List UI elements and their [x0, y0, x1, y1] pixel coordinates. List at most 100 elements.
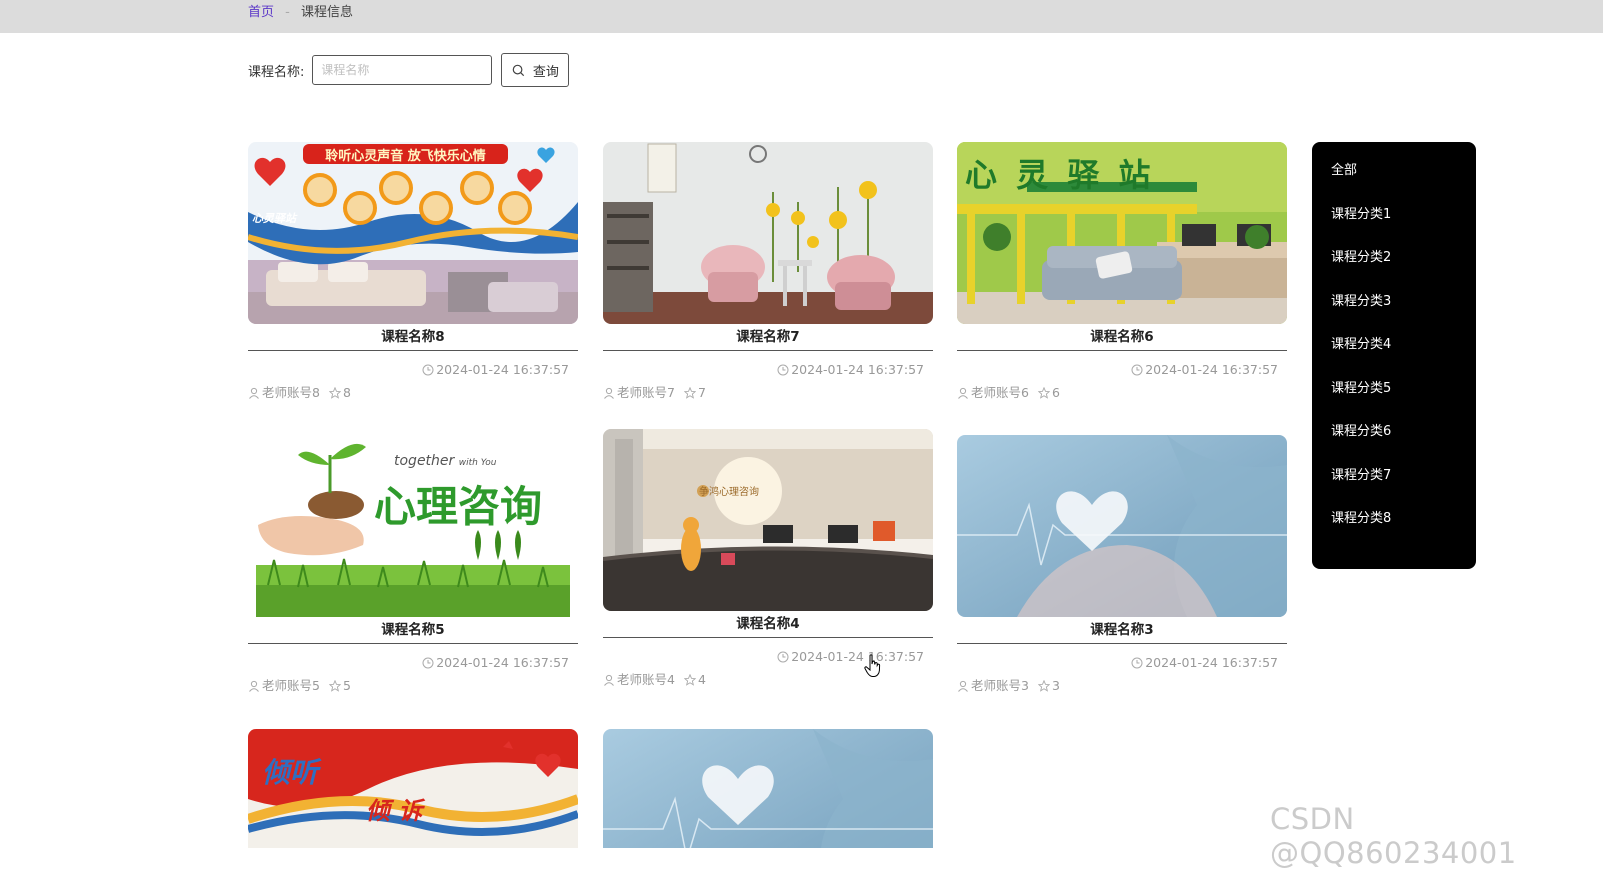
watermark: CSDN @QQ860234001	[1270, 802, 1517, 870]
course-time-text: 2024-01-24 16:37:57	[791, 362, 924, 377]
star-icon	[683, 674, 696, 686]
course-card[interactable]: 课程名称7 2024-01-24 16:37:57 老师账号7 7	[603, 142, 933, 402]
course-thumbnail[interactable]	[957, 435, 1287, 617]
thumbnail-main-text: 倾听	[262, 756, 319, 789]
course-time-text: 2024-01-24 16:37:57	[791, 649, 924, 664]
breadcrumb-separator: -	[285, 5, 290, 20]
clock-icon	[777, 364, 789, 376]
course-name-search-input[interactable]	[312, 55, 493, 85]
star-icon	[328, 680, 341, 692]
course-thumbnail[interactable]	[603, 729, 933, 848]
category-item-7[interactable]: 课程分类7	[1312, 454, 1476, 498]
search-bar: 课程名称: 查询	[248, 53, 570, 87]
search-button-label: 查询	[532, 64, 559, 80]
category-item-6[interactable]: 课程分类6	[1312, 410, 1476, 454]
user-icon	[958, 387, 968, 399]
course-teacher: 老师账号4	[617, 672, 675, 687]
clock-icon	[1131, 657, 1143, 669]
course-meta: 老师账号4 4	[603, 671, 933, 689]
course-time: 2024-01-24 16:37:57	[603, 361, 933, 379]
course-thumbnail[interactable]: 倾听 倾 诉	[248, 729, 578, 848]
star-icon	[328, 387, 341, 399]
thumbnail-english-small: with You	[458, 458, 497, 468]
star-icon	[1037, 680, 1050, 692]
star-icon	[683, 387, 696, 399]
user-icon	[249, 387, 259, 399]
user-icon	[958, 680, 968, 692]
category-item-2[interactable]: 课程分类2	[1312, 236, 1476, 280]
course-card[interactable]	[603, 729, 933, 848]
course-card[interactable]: 课程名称3 2024-01-24 16:37:57 老师账号3 3	[957, 435, 1287, 695]
clock-icon	[422, 657, 434, 669]
breadcrumb: 首页 - 课程信息	[248, 4, 353, 22]
search-label: 课程名称:	[248, 64, 305, 80]
course-teacher: 老师账号8	[262, 385, 320, 400]
course-time: 2024-01-24 16:37:57	[603, 648, 933, 666]
category-item-5[interactable]: 课程分类5	[1312, 367, 1476, 411]
category-item-4[interactable]: 课程分类4	[1312, 323, 1476, 367]
user-icon	[249, 680, 259, 692]
course-stars: 6	[1051, 385, 1060, 400]
course-teacher: 老师账号6	[971, 385, 1029, 400]
course-title[interactable]: 课程名称4	[603, 611, 933, 638]
course-time: 2024-01-24 16:37:57	[248, 361, 578, 379]
course-title[interactable]: 课程名称8	[248, 324, 578, 351]
thumbnail-main-text: 心理咨询	[374, 482, 543, 531]
search-button[interactable]: 查询	[501, 53, 570, 87]
course-meta: 老师账号3 3	[957, 677, 1287, 695]
user-icon	[604, 674, 614, 686]
course-card[interactable]: 聆听心灵声音 放飞快乐心情 心灵驿站 课程名称8 2024-01-24 16:3…	[248, 142, 578, 402]
category-item-8[interactable]: 课程分类8	[1312, 497, 1476, 541]
thumbnail-banner-text: 心 灵 驿 站	[965, 156, 1155, 194]
course-card[interactable]: 心 灵 驿 站 课程名称6 2024-01-24 16:37:57 老师账号6 …	[957, 142, 1287, 402]
user-icon	[604, 387, 614, 399]
thumbnail-sub-text: 倾 诉	[366, 797, 423, 825]
course-thumbnail[interactable]: 聆听心灵声音 放飞快乐心情 心灵驿站	[248, 142, 578, 324]
course-meta: 老师账号6 6	[957, 384, 1287, 402]
course-title[interactable]: 课程名称3	[957, 617, 1287, 644]
top-bar: 首页 - 课程信息	[0, 0, 1603, 33]
course-time-text: 2024-01-24 16:37:57	[1145, 655, 1278, 670]
course-time: 2024-01-24 16:37:57	[957, 654, 1287, 672]
category-item-1[interactable]: 课程分类1	[1312, 193, 1476, 237]
course-thumbnail[interactable]: together with You 心理咨询	[248, 435, 578, 617]
course-teacher: 老师账号3	[971, 678, 1029, 693]
course-time: 2024-01-24 16:37:57	[957, 361, 1287, 379]
course-meta: 老师账号8 8	[248, 384, 578, 402]
star-icon	[1037, 387, 1050, 399]
thumbnail-english-word: together	[394, 453, 455, 469]
clock-icon	[777, 651, 789, 663]
course-card[interactable]: together with You 心理咨询 课程名称5 2024-01-24 …	[248, 435, 578, 695]
course-time: 2024-01-24 16:37:57	[248, 654, 578, 672]
thumbnail-logo-text: 心灵驿站	[252, 212, 296, 225]
course-title[interactable]: 课程名称7	[603, 324, 933, 351]
course-teacher: 老师账号7	[617, 385, 675, 400]
course-time-text: 2024-01-24 16:37:57	[1145, 362, 1278, 377]
course-card[interactable]: 倾听 倾 诉	[248, 729, 578, 848]
thumbnail-banner-text: 聆听心灵声音 放飞快乐心情	[325, 149, 486, 164]
course-thumbnail[interactable]: 心 灵 驿 站	[957, 142, 1287, 324]
clock-icon	[422, 364, 434, 376]
hand-cursor-icon	[864, 654, 881, 677]
course-title[interactable]: 课程名称5	[248, 617, 578, 644]
breadcrumb-home-link[interactable]: 首页	[248, 5, 274, 20]
thumbnail-english-text: together with You	[394, 453, 496, 469]
search-icon	[512, 64, 525, 76]
course-stars: 3	[1051, 678, 1060, 693]
course-thumbnail[interactable]	[603, 142, 933, 324]
course-time-text: 2024-01-24 16:37:57	[436, 655, 569, 670]
thumbnail-logo-text: 争鸿心理咨询	[699, 487, 759, 498]
course-teacher: 老师账号5	[262, 678, 320, 693]
course-stars: 5	[342, 678, 351, 693]
course-meta: 老师账号5 5	[248, 677, 578, 695]
course-title[interactable]: 课程名称6	[957, 324, 1287, 351]
category-menu: 全部 课程分类1 课程分类2 课程分类3 课程分类4 课程分类5 课程分类6 课…	[1312, 142, 1476, 569]
course-thumbnail[interactable]: 争鸿心理咨询	[603, 429, 933, 611]
course-card[interactable]: 争鸿心理咨询 课程名称4 2024-01-24 16:37:57 老师账号4 4	[603, 429, 933, 689]
course-stars: 7	[697, 385, 706, 400]
course-stars: 4	[697, 672, 706, 687]
category-item-all[interactable]: 全部	[1312, 149, 1476, 193]
course-time-text: 2024-01-24 16:37:57	[436, 362, 569, 377]
clock-icon	[1131, 364, 1143, 376]
category-item-3[interactable]: 课程分类3	[1312, 280, 1476, 324]
